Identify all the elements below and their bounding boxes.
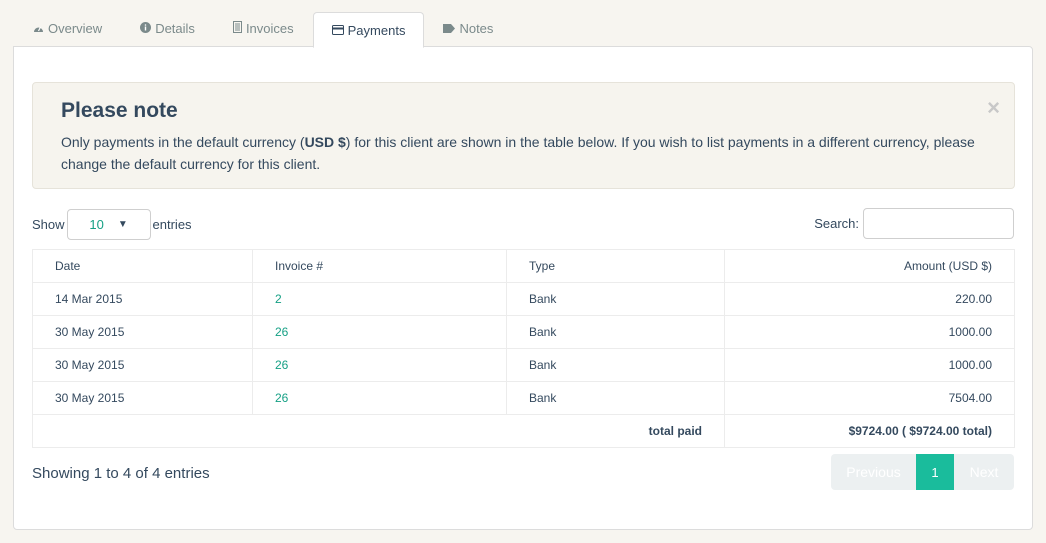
- cell-date: 14 Mar 2015: [32, 282, 253, 316]
- tab-label: Notes: [459, 20, 494, 36]
- alert-currency: USD $: [304, 134, 346, 150]
- invoice-link[interactable]: 26: [275, 358, 288, 372]
- col-header-type[interactable]: Type: [506, 249, 725, 283]
- cell-type: Bank: [506, 282, 725, 316]
- entries-value: 10: [89, 217, 104, 232]
- search-input[interactable]: [863, 208, 1014, 239]
- close-icon[interactable]: ×: [987, 97, 1000, 119]
- dashboard-icon: [33, 21, 44, 36]
- tab-label: Details: [155, 20, 195, 36]
- total-label: total paid: [32, 414, 725, 448]
- tab-label: Invoices: [245, 20, 294, 36]
- table-row: 14 Mar 2015 2 Bank 220.00: [32, 282, 1015, 316]
- tab-overview[interactable]: Overview: [14, 12, 121, 46]
- show-label: Show: [32, 217, 65, 232]
- col-header-date[interactable]: Date: [32, 249, 253, 283]
- payments-panel: Please note Only payments in the default…: [13, 46, 1033, 530]
- cell-type: Bank: [506, 348, 725, 382]
- cell-amount: 1000.00: [724, 348, 1015, 382]
- invoice-link[interactable]: 26: [275, 391, 288, 405]
- tag-icon: [443, 21, 456, 36]
- table-row: 30 May 2015 26 Bank 1000.00: [32, 348, 1015, 382]
- search-control: Search:: [814, 208, 1014, 239]
- credit-card-icon: [331, 23, 344, 38]
- invoice-link[interactable]: 26: [275, 325, 288, 339]
- next-button[interactable]: Next: [954, 454, 1014, 490]
- table-info: Showing 1 to 4 of 4 entries: [32, 465, 210, 482]
- col-header-amount[interactable]: Amount (USD $): [724, 249, 1015, 283]
- tab-label: Payments: [347, 22, 406, 38]
- total-value: $9724.00 ( $9724.00 total): [724, 414, 1015, 448]
- table-row: 30 May 2015 26 Bank 1000.00: [32, 315, 1015, 349]
- currency-alert: Please note Only payments in the default…: [32, 82, 1015, 189]
- invoice-link[interactable]: 2: [275, 292, 282, 306]
- pagination: Previous 1 Next: [831, 454, 1014, 490]
- payments-table: Date Invoice # Type Amount (USD $) 14 Ma…: [32, 249, 1015, 448]
- page-length-control: Show 10 ▼ entries: [32, 209, 192, 240]
- tab-details[interactable]: Details: [121, 12, 214, 46]
- tab-label: Overview: [48, 20, 103, 36]
- table-row: 30 May 2015 26 Bank 7504.00: [32, 381, 1015, 415]
- tab-bar: Overview Details Invoices Payments Notes: [14, 12, 512, 48]
- search-label: Search:: [814, 216, 859, 231]
- cell-date: 30 May 2015: [32, 348, 253, 382]
- entries-select[interactable]: 10 ▼: [66, 209, 151, 240]
- cell-type: Bank: [506, 381, 725, 415]
- document-icon: [232, 20, 242, 36]
- previous-button[interactable]: Previous: [831, 454, 916, 490]
- cell-date: 30 May 2015: [32, 381, 253, 415]
- cell-type: Bank: [506, 315, 725, 349]
- tab-invoices[interactable]: Invoices: [214, 12, 313, 46]
- tab-payments[interactable]: Payments: [312, 12, 425, 48]
- cell-amount: 1000.00: [724, 315, 1015, 349]
- cell-amount: 220.00: [724, 282, 1015, 316]
- caret-down-icon: ▼: [117, 219, 128, 230]
- tab-notes[interactable]: Notes: [424, 12, 512, 46]
- total-row: total paid $9724.00 ( $9724.00 total): [32, 414, 1015, 448]
- alert-title: Please note: [61, 99, 178, 122]
- page-1-button[interactable]: 1: [916, 454, 954, 490]
- info-icon: [140, 21, 152, 36]
- cell-amount: 7504.00: [724, 381, 1015, 415]
- cell-date: 30 May 2015: [32, 315, 253, 349]
- table-header-row: Date Invoice # Type Amount (USD $): [32, 249, 1015, 283]
- alert-text: Only payments in the default currency (U…: [61, 134, 975, 172]
- entries-label: entries: [152, 217, 192, 232]
- col-header-invoice[interactable]: Invoice #: [252, 249, 507, 283]
